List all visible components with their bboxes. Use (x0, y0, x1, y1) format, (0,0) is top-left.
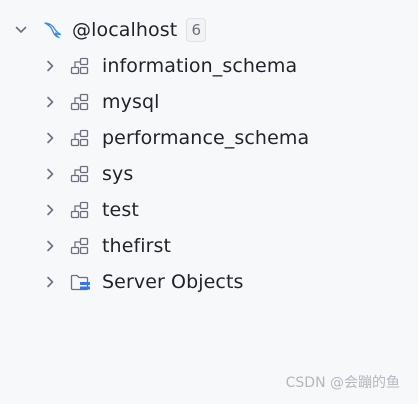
tree-node-schema[interactable]: information_schema (0, 48, 418, 84)
connection-label: @localhost (72, 19, 178, 41)
tree-node-schema[interactable]: test (0, 192, 418, 228)
count-badge: 6 (186, 18, 207, 42)
tree-node-label: mysql (102, 91, 160, 113)
database-tree: @localhost 6 information_schema mysql pe… (0, 12, 418, 300)
chevron-right-icon[interactable] (43, 59, 57, 73)
tree-node-schema[interactable]: mysql (0, 84, 418, 120)
server-objects-folder-icon (69, 272, 91, 292)
tree-node-label: information_schema (102, 55, 298, 77)
chevron-right-icon[interactable] (43, 275, 57, 289)
schema-icon (69, 128, 91, 148)
chevron-right-icon[interactable] (43, 95, 57, 109)
tree-node-localhost[interactable]: @localhost 6 (0, 12, 418, 48)
tree-node-server-objects[interactable]: Server Objects (0, 264, 418, 300)
schema-icon (69, 236, 91, 256)
tree-node-label: test (102, 199, 139, 221)
chevron-right-icon[interactable] (43, 203, 57, 217)
mysql-dolphin-icon (43, 20, 63, 40)
tree-node-schema[interactable]: performance_schema (0, 120, 418, 156)
tree-node-label: sys (102, 163, 134, 185)
schema-icon (69, 164, 91, 184)
chevron-right-icon[interactable] (43, 167, 57, 181)
tree-node-schema[interactable]: sys (0, 156, 418, 192)
tree-node-label: thefirst (102, 235, 172, 257)
tree-node-schema[interactable]: thefirst (0, 228, 418, 264)
tree-node-label: performance_schema (102, 127, 310, 149)
watermark: CSDN @会蹦的鱼 (285, 375, 400, 391)
chevron-right-icon[interactable] (43, 131, 57, 145)
schema-icon (69, 56, 91, 76)
chevron-down-icon[interactable] (14, 23, 28, 37)
schema-icon (69, 92, 91, 112)
tree-node-label: Server Objects (102, 271, 244, 293)
schema-icon (69, 200, 91, 220)
chevron-right-icon[interactable] (43, 239, 57, 253)
